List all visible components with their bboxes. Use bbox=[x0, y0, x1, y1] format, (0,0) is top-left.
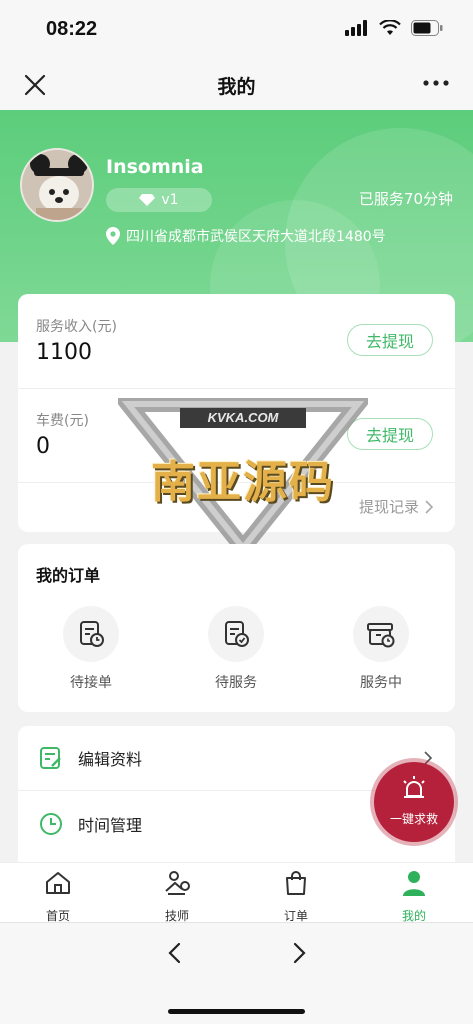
home-indicator bbox=[168, 1009, 305, 1014]
served-duration: 已服务70分钟 bbox=[358, 190, 453, 208]
fare-label: 车费(元) bbox=[36, 413, 89, 429]
pending-order-icon bbox=[80, 621, 104, 647]
order-label: 待服务 bbox=[215, 675, 257, 691]
username: Insomnia bbox=[106, 156, 204, 178]
tab-bar: 首页 技师 订单 我的 bbox=[0, 862, 473, 924]
service-income-value: 1100 bbox=[36, 340, 92, 365]
order-icon-wrapper bbox=[208, 606, 264, 662]
page-title: 我的 bbox=[217, 76, 256, 98]
forward-arrow-icon[interactable] bbox=[286, 941, 310, 965]
sos-label: 一键求救 bbox=[389, 812, 438, 826]
status-time: 08:22 bbox=[46, 18, 98, 40]
sos-button[interactable]: 一键求救 bbox=[374, 762, 454, 842]
level-badge: v1 bbox=[106, 188, 212, 212]
fare-withdraw-button[interactable]: 去提现 bbox=[347, 418, 433, 450]
status-bar: 08:22 bbox=[0, 0, 473, 60]
browser-toolbar bbox=[0, 922, 473, 1024]
address: 四川省成都市武侯区天府大道北段1480号 bbox=[106, 226, 386, 246]
avatar[interactable] bbox=[20, 148, 94, 222]
tab-home[interactable]: 首页 bbox=[18, 869, 98, 924]
nav-bar: 我的 bbox=[0, 60, 473, 110]
back-arrow-icon[interactable] bbox=[164, 941, 188, 965]
level-text: v1 bbox=[161, 192, 179, 208]
edit-profile-icon bbox=[40, 747, 61, 769]
menu-label: 时间管理 bbox=[78, 816, 143, 835]
wifi-icon bbox=[379, 20, 401, 35]
service-income-label: 服务收入(元) bbox=[36, 319, 117, 335]
clock-icon bbox=[40, 813, 62, 835]
order-icon-wrapper bbox=[353, 606, 409, 662]
tab-technician[interactable]: 技师 bbox=[137, 869, 217, 924]
fare-value: 0 bbox=[36, 434, 50, 459]
orders-title: 我的订单 bbox=[36, 566, 101, 585]
orders-card: 我的订单 待接单 待服务 服务中 bbox=[18, 544, 455, 712]
fare-row: 车费(元) 0 去提现 bbox=[18, 388, 455, 482]
status-icons bbox=[345, 20, 443, 36]
chevron-right-icon bbox=[425, 499, 433, 514]
address-text: 四川省成都市武侯区天府大道北段1480号 bbox=[126, 229, 386, 245]
divider bbox=[18, 482, 455, 483]
order-label: 待接单 bbox=[70, 675, 112, 691]
order-to-serve[interactable]: 待服务 bbox=[196, 606, 276, 692]
withdraw-record-link[interactable]: 提现记录 bbox=[359, 496, 433, 517]
withdraw-record-label: 提现记录 bbox=[358, 498, 419, 516]
cellular-signal-icon bbox=[345, 20, 367, 36]
in-service-icon bbox=[367, 623, 395, 648]
menu-label: 编辑资料 bbox=[78, 750, 143, 769]
order-label: 服务中 bbox=[360, 675, 402, 691]
tab-orders[interactable]: 订单 bbox=[256, 869, 336, 924]
home-icon bbox=[46, 872, 70, 894]
order-pending[interactable]: 待接单 bbox=[51, 606, 131, 692]
alarm-light-icon bbox=[403, 776, 425, 798]
location-pin-icon bbox=[106, 227, 120, 245]
dog-avatar-icon bbox=[22, 150, 92, 220]
shopping-bag-icon bbox=[286, 871, 306, 895]
more-options-icon[interactable] bbox=[421, 72, 451, 94]
tab-mine[interactable]: 我的 bbox=[374, 869, 454, 924]
to-serve-icon bbox=[225, 621, 249, 647]
technician-icon bbox=[165, 871, 190, 895]
person-icon bbox=[403, 871, 425, 896]
order-icon-wrapper bbox=[63, 606, 119, 662]
service-income-row: 服务收入(元) 1100 去提现 bbox=[18, 294, 455, 388]
diamond-icon bbox=[139, 194, 156, 206]
income-card: 服务收入(元) 1100 去提现 车费(元) 0 去提现 提现记录 bbox=[18, 294, 455, 532]
withdraw-button[interactable]: 去提现 bbox=[347, 324, 433, 356]
order-in-service[interactable]: 服务中 bbox=[341, 606, 421, 692]
battery-icon bbox=[411, 20, 443, 36]
